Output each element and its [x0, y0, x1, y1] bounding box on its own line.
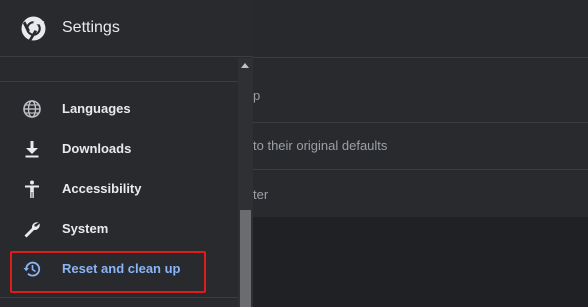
sidebar-item-accessibility[interactable]: Accessibility — [0, 169, 238, 209]
row-divider — [253, 169, 588, 170]
menu-divider — [0, 297, 238, 298]
sidebar-item-downloads[interactable]: Downloads — [0, 129, 238, 169]
accessibility-icon — [25, 180, 39, 198]
sidebar-item-label: Accessibility — [62, 181, 142, 196]
menu-divider — [0, 81, 238, 82]
restore-defaults-row[interactable]: to their original defaults — [253, 138, 387, 153]
sidebar-item-label: System — [62, 221, 109, 236]
wrench-icon — [24, 222, 40, 238]
reset-card: p to their original defaults ter — [253, 58, 588, 217]
sidebar-item-label: Languages — [62, 101, 131, 116]
scrollbar-thumb[interactable] — [240, 210, 251, 307]
sidebar-item-label: Downloads — [62, 141, 132, 156]
main-toolbar — [253, 0, 588, 57]
sidebar-item-system[interactable]: System — [0, 209, 238, 249]
download-icon — [25, 141, 39, 158]
row-divider — [253, 122, 588, 123]
sidebar-item-languages[interactable]: Languages — [0, 89, 238, 129]
main-content: p to their original defaults ter — [253, 0, 588, 307]
card-heading-fragment: p — [253, 88, 261, 103]
sidebar-scrollbar[interactable] — [238, 58, 253, 307]
drawer-header: Settings — [0, 0, 253, 57]
scroll-up-arrow-icon[interactable] — [241, 63, 249, 68]
highlight-box — [10, 251, 206, 293]
globe-icon — [23, 100, 41, 118]
chrome-logo-icon — [21, 16, 46, 41]
page-title: Settings — [62, 19, 120, 36]
clean-up-computer-row[interactable]: ter — [253, 187, 268, 202]
sidebar-item-partial[interactable] — [0, 58, 238, 68]
